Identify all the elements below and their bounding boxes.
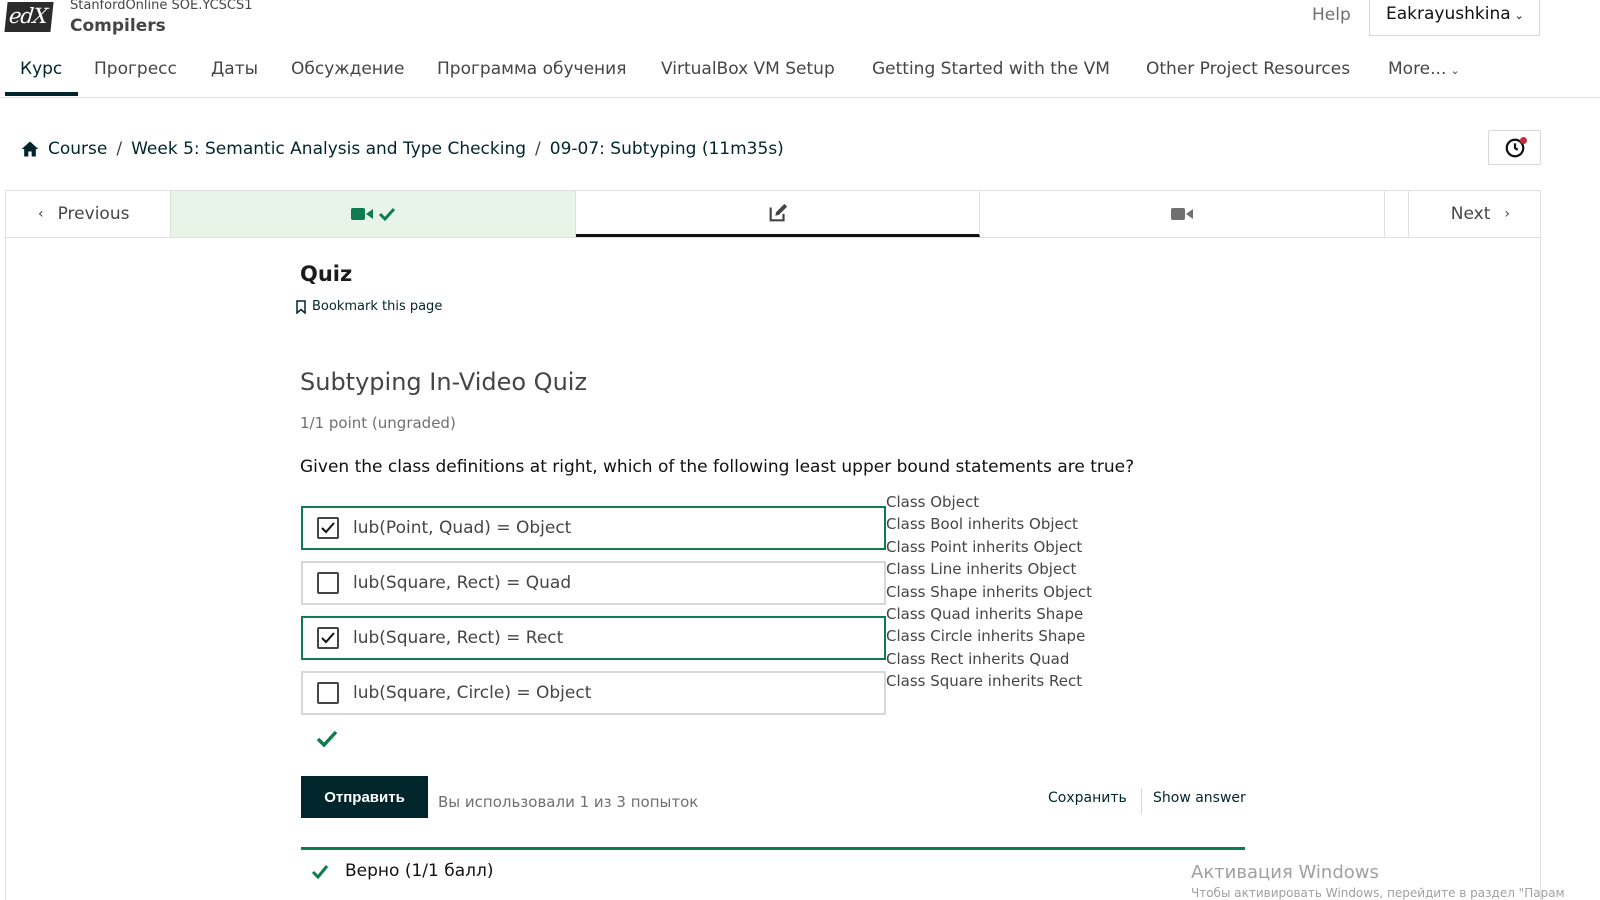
chevron-down-icon: ⌄ [1514, 9, 1524, 22]
notifications-button[interactable] [1488, 130, 1541, 165]
tab-virtualbox-vm-setup[interactable]: VirtualBox VM Setup [661, 59, 835, 79]
class-definition-line: Class Quad inherits Shape [886, 605, 1084, 624]
next-button[interactable]: Next › [1408, 191, 1540, 237]
checkbox-unchecked[interactable] [317, 682, 339, 704]
edx-logo[interactable]: edX [4, 2, 54, 32]
windows-activation-subtitle: Чтобы активировать Windows, перейдите в … [1191, 886, 1565, 900]
help-link[interactable]: Help [1312, 5, 1351, 25]
sequence-navigation: ‹ Previous Next › [5, 190, 1541, 238]
problem-title: Subtyping In-Video Quiz [300, 368, 588, 396]
tab-dates[interactable]: Даты [211, 59, 258, 79]
class-definition-line: Class Circle inherits Shape [886, 627, 1086, 646]
checkmark-icon [321, 522, 335, 534]
sequence-unit-problem-current[interactable] [576, 191, 980, 237]
checkbox-unchecked[interactable] [317, 572, 339, 594]
chevron-right-icon: › [1504, 206, 1510, 222]
class-definition-line: Class Square inherits Rect [886, 672, 1083, 691]
breadcrumb-separator: / [535, 139, 541, 159]
next-label: Next [1450, 204, 1491, 224]
choice-label: lub(Square, Rect) = Rect [353, 628, 564, 648]
correct-check-icon [311, 864, 329, 879]
checkmark-icon [321, 632, 335, 644]
tab-more[interactable]: More... ⌄ [1388, 59, 1460, 79]
site-header: edX StanfordOnline SOE.YCSCS1 Compilers … [0, 0, 1600, 40]
class-definitions: Class Object Class Bool inherits Object … [886, 491, 1092, 693]
class-definition-line: Class Object [886, 493, 980, 511]
choice-option[interactable]: lub(Square, Rect) = Rect [301, 616, 886, 660]
unit-title: Quiz [300, 262, 353, 286]
checkbox-checked[interactable] [317, 517, 339, 539]
tab-course[interactable]: Курс [20, 59, 62, 79]
video-icon [350, 208, 373, 220]
save-button[interactable]: Сохранить [1048, 788, 1142, 814]
choice-option[interactable]: lub(Point, Quad) = Object [301, 506, 886, 550]
active-tab-indicator [5, 92, 78, 96]
previous-label: Previous [57, 204, 130, 224]
problem-question: Given the class definitions at right, wh… [300, 457, 1135, 477]
show-answer-button[interactable]: Show answer [1153, 788, 1246, 808]
tab-syllabus[interactable]: Программа обучения [437, 59, 626, 79]
chevron-down-icon: ⌄ [1450, 64, 1460, 77]
breadcrumb-separator: / [116, 139, 123, 159]
breadcrumb: Course / Week 5: Semantic Analysis and T… [20, 139, 784, 159]
course-org: StanfordOnline SOE.YCSCS1 [70, 0, 253, 13]
home-icon[interactable] [20, 139, 40, 159]
tab-other-project-resources[interactable]: Other Project Resources [1146, 59, 1350, 79]
submit-button[interactable]: Отправить [301, 776, 428, 818]
checkbox-checked[interactable] [317, 627, 339, 649]
previous-button[interactable]: ‹ Previous [6, 191, 171, 237]
notification-dot [1520, 137, 1527, 144]
check-icon [378, 207, 395, 222]
correct-check-icon [316, 730, 338, 748]
breadcrumb-section[interactable]: Week 5: Semantic Analysis and Type Check… [131, 139, 526, 159]
tab-more-label: More... [1388, 59, 1447, 79]
course-tabs: Курс Прогресс Даты Обсуждение Программа … [0, 50, 1600, 98]
breadcrumb-course[interactable]: Course [48, 139, 107, 159]
sequence-unit-video-completed[interactable] [171, 191, 576, 237]
choice-option[interactable]: lub(Square, Rect) = Quad [301, 561, 886, 605]
user-menu-button[interactable]: Eakrayushkina ⌄ [1369, 0, 1540, 36]
class-definition-line: Class Point inherits Object [886, 537, 1083, 556]
class-definition-line: Class Shape inherits Object [886, 582, 1093, 601]
result-text: Верно (1/1 балл) [345, 861, 494, 881]
course-title: Compilers [70, 16, 166, 36]
windows-activation-title: Активация Windows [1191, 862, 1379, 883]
tab-getting-started-vm[interactable]: Getting Started with the VM [872, 59, 1110, 79]
username: Eakrayushkina [1386, 4, 1511, 24]
problem-points: 1/1 point (ungraded) [300, 414, 456, 432]
bookmark-label: Bookmark this page [312, 299, 443, 314]
breadcrumb-subsection[interactable]: 09-07: Subtyping (11m35s) [550, 139, 784, 159]
class-definition-line: Class Bool inherits Object [886, 515, 1078, 534]
bookmark-page-button[interactable]: Bookmark this page [296, 299, 442, 314]
sequence-unit-video[interactable] [980, 191, 1385, 237]
tab-discussion[interactable]: Обсуждение [291, 59, 404, 79]
choice-label: lub(Square, Rect) = Quad [353, 573, 572, 593]
class-definition-line: Class Line inherits Object [886, 560, 1077, 579]
choice-option[interactable]: lub(Square, Circle) = Object [301, 671, 886, 715]
video-icon [1171, 208, 1193, 220]
choice-label: lub(Point, Quad) = Object [353, 518, 572, 538]
bookmark-icon [296, 299, 306, 314]
chevron-left-icon: ‹ [38, 206, 44, 222]
tab-progress[interactable]: Прогресс [94, 59, 177, 79]
result-notification: Верно (1/1 балл) [311, 861, 494, 881]
result-divider [301, 847, 1245, 850]
edit-icon [769, 203, 787, 221]
choice-label: lub(Square, Circle) = Object [353, 683, 592, 703]
class-definition-line: Class Rect inherits Quad [886, 649, 1070, 668]
attempts-text: Вы использовали 1 из 3 попыток [438, 793, 699, 811]
